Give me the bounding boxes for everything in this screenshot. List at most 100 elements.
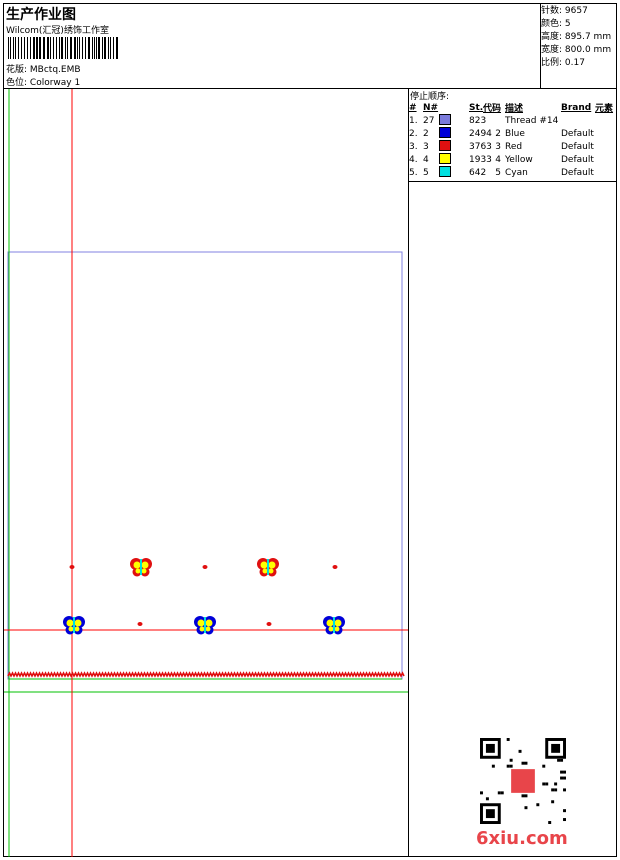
qr-module — [506, 738, 510, 741]
dot-stitch — [332, 565, 338, 569]
qr-finder-core — [485, 743, 495, 753]
barcode-bar — [79, 37, 80, 59]
qr-finder-core — [551, 743, 561, 753]
row-code: 5 — [495, 167, 501, 178]
row-index: 5. — [409, 167, 418, 178]
barcode-bar — [65, 37, 66, 59]
body — [140, 559, 142, 575]
qr-module — [563, 776, 566, 780]
wing-inner — [197, 619, 205, 627]
qr-module — [545, 782, 549, 786]
wing-inner — [205, 626, 211, 632]
body — [333, 617, 335, 633]
qr-module — [524, 761, 528, 765]
barcode-bar — [94, 37, 95, 59]
wing-inner — [268, 561, 276, 569]
wing-inner — [328, 626, 334, 632]
body — [73, 617, 75, 633]
barcode-bar — [98, 37, 100, 59]
qr-module — [551, 788, 555, 792]
row-needle: 2 — [423, 128, 429, 139]
barcode-bar — [21, 37, 22, 59]
row-description: Thread #14 — [505, 115, 559, 126]
stat-stitches: 针数: 9657 — [541, 6, 588, 16]
design-frame — [7, 251, 403, 680]
barcode-bar — [92, 37, 93, 59]
qr-center-logo — [511, 769, 535, 793]
wing-inner — [66, 619, 74, 627]
row-description: Red — [505, 141, 523, 152]
barcode-bar — [39, 37, 41, 59]
page-title: 生产作业图 — [6, 7, 76, 23]
col-description: 描述 — [505, 104, 524, 114]
row-brand — [561, 114, 595, 127]
row-brand: Default — [561, 154, 594, 165]
table-row: 2. 2 2494 2 Blue Default — [409, 127, 617, 140]
col-element: 元素 — [595, 104, 614, 114]
barcode-bar — [13, 37, 14, 59]
sequence-divider — [408, 88, 409, 857]
colorway-line: 色位: Colorway 1 — [6, 75, 80, 88]
dot-stitch — [266, 622, 272, 626]
qr-module — [563, 788, 566, 792]
design-stats: 针数: 9657 颜色: 5 高度: 895.7 mm 宽度: 800.0 mm… — [541, 5, 611, 70]
qr-module — [563, 809, 566, 813]
row-description: Blue — [505, 128, 525, 139]
barcode-bar — [61, 37, 63, 59]
company-name: Wilcom(汇冠)绣饰工作室 — [6, 26, 109, 36]
row-element — [595, 166, 617, 179]
row-stitches: 2494 — [469, 128, 492, 139]
body — [204, 617, 206, 633]
wing-inner — [135, 568, 141, 574]
stat-width: 宽度: 800.0 mm — [541, 45, 612, 55]
body — [267, 559, 269, 575]
stat-colors: 颜色: 5 — [541, 19, 571, 29]
row-needle: 27 — [423, 115, 435, 126]
row-element — [595, 140, 617, 153]
barcode-bar — [33, 37, 35, 59]
row-stitches: 1933 — [469, 154, 492, 165]
dot-stitch — [69, 565, 75, 569]
stop-sequence-table: # N# St. 代码 描述 Brand 元素 1. 27 823 Thread #1… — [409, 101, 617, 179]
barcode-bar — [85, 37, 86, 59]
barcode-bar — [108, 37, 109, 59]
butterfly-motif — [323, 616, 345, 635]
row-brand: Default — [561, 167, 594, 178]
barcode-bar — [74, 37, 76, 59]
design-canvas — [4, 89, 408, 857]
barcode-bar — [102, 37, 103, 59]
design-value: MBctq.EMB — [29, 65, 81, 75]
row-stitches: 823 — [469, 115, 487, 126]
qr-module — [521, 794, 525, 798]
qr-module — [497, 791, 501, 795]
qr-module — [560, 770, 564, 774]
butterfly-motif — [257, 558, 279, 577]
barcode — [8, 37, 118, 59]
qr-module — [521, 761, 525, 765]
color-swatch — [439, 114, 451, 125]
row-swatch — [439, 166, 469, 179]
qr-module — [485, 797, 489, 801]
qr-module — [542, 764, 546, 768]
barcode-bar — [113, 37, 114, 59]
row-brand: Default — [561, 141, 594, 152]
col-swatch — [439, 101, 469, 114]
butterfly-motif — [130, 558, 152, 577]
table-row: 4. 4 1933 4 Yellow Default — [409, 153, 617, 166]
row-swatch — [439, 127, 469, 140]
design-label: 花版: — [6, 65, 28, 75]
qr-module — [524, 794, 528, 798]
barcode-bar — [18, 37, 19, 59]
qr-code — [480, 738, 566, 824]
row-description: Cyan — [505, 167, 528, 178]
qr-module — [548, 821, 552, 824]
row-element — [595, 127, 617, 140]
wing-inner — [334, 619, 342, 627]
table-row: 3. 3 3763 3 Red Default — [409, 140, 617, 153]
barcode-bar — [82, 37, 83, 59]
table-header-row: # N# St. 代码 描述 Brand 元素 — [409, 101, 617, 115]
row-swatch — [439, 140, 469, 153]
col-needle: N# — [423, 102, 439, 113]
qr-module — [509, 758, 513, 762]
row-index: 2. — [409, 128, 418, 139]
